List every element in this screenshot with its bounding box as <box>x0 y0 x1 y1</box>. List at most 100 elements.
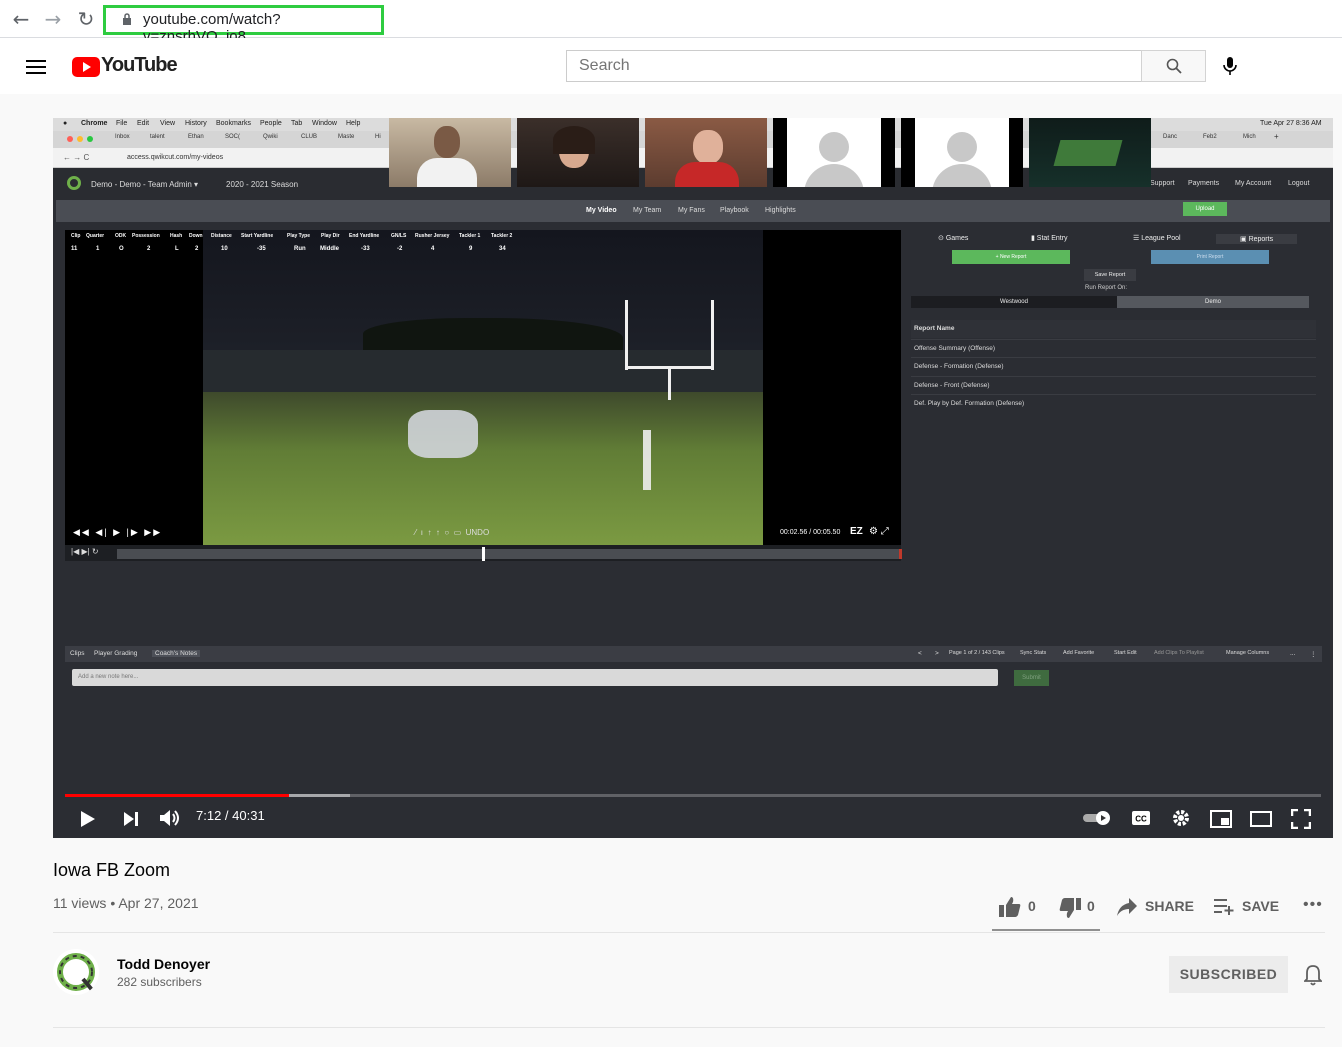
webcam-tile <box>645 118 767 187</box>
inner-tab: Inbox <box>115 134 130 140</box>
microphone-icon[interactable] <box>1222 56 1238 76</box>
youtube-header: YouTube <box>0 38 1342 94</box>
inner-draw-tools: ⁄ ı ↑ ↑ ○ ▭ UNDO <box>415 528 490 537</box>
arrow-right-icon[interactable]: → <box>42 8 64 30</box>
stat-header: Possession <box>132 233 160 239</box>
video-title: Iowa FB Zoom <box>53 860 171 880</box>
next-icon[interactable] <box>123 811 139 827</box>
inner-tab: CLUB <box>301 134 318 140</box>
side-tab-label: Stat Entry <box>1036 235 1068 242</box>
volume-icon[interactable] <box>159 808 181 828</box>
stat-header: GN/LS <box>391 233 407 239</box>
subnav-item: My Fans <box>678 207 705 214</box>
side-tab: ▮ Stat Entry <box>1031 235 1068 242</box>
bottom-action: ... <box>1290 650 1296 657</box>
more-actions-icon[interactable]: ••• <box>1303 896 1323 914</box>
report-header: Report Name <box>911 320 1316 338</box>
fullscreen-icon[interactable] <box>1291 809 1311 829</box>
stat-header: Distance <box>211 233 232 239</box>
cc-icon[interactable]: CC <box>1131 810 1151 826</box>
bottom-action: Sync Stats <box>1020 650 1047 656</box>
undo-label: UNDO <box>465 528 490 537</box>
mac-menu-item: Window <box>312 120 337 127</box>
qwikcut-subnav: My Video My Team My Fans Playbook Highli… <box>56 200 1330 222</box>
arrow-left-icon[interactable]: ← <box>10 8 32 30</box>
stat-value: Middle <box>320 246 339 252</box>
inner-nav-icon: ← → C <box>63 153 90 162</box>
stat-header: Quarter <box>86 233 105 239</box>
like-ratio-bar <box>992 929 1100 931</box>
inner-tab: SOC( <box>225 134 240 140</box>
webcam-avatar-placeholder <box>901 118 1023 187</box>
bottom-tab-active: Coach's Notes <box>152 650 201 657</box>
save-report-button: Save Report <box>1084 269 1136 281</box>
side-tab-label: Games <box>945 235 969 242</box>
inner-tab: talent <box>150 134 165 140</box>
youtube-logo-text[interactable]: YouTube <box>101 54 178 77</box>
qwikcut-logo-icon <box>67 176 81 190</box>
subscribed-button[interactable]: SUBSCRIBED <box>1169 956 1288 993</box>
mac-menu-item: Chrome <box>81 120 108 127</box>
video-progress-bar[interactable] <box>65 794 1321 797</box>
playlist-add-icon[interactable] <box>1213 897 1235 915</box>
search-box <box>566 50 1142 82</box>
youtube-logo-icon[interactable] <box>72 57 100 77</box>
clips-panel: Clips Player Grading Coach's Notes < > P… <box>65 646 1322 662</box>
mac-menu-item: People <box>260 120 282 127</box>
mac-menu-item: View <box>160 120 176 127</box>
share-icon[interactable] <box>1116 897 1138 917</box>
stat-value: O <box>119 246 124 252</box>
mac-menu-item: Tab <box>291 120 303 127</box>
stat-value: -33 <box>361 246 370 252</box>
bottom-tab: Clips <box>70 650 85 657</box>
inner-tab: Qwiki <box>263 134 278 140</box>
new-tab-icon: + <box>1274 132 1279 141</box>
stat-value: -35 <box>257 246 266 252</box>
inner-game-player: Clip Quarter ODK Possession Hash Down Di… <box>65 230 901 545</box>
video-player[interactable]: ● Chrome File Edit View History Bookmark… <box>53 118 1333 838</box>
channel-avatar[interactable] <box>53 949 99 995</box>
reports-panel: ⊙ Games ▮ Stat Entry ☰ League Pool ▣ Rep… <box>911 230 1316 545</box>
save-button[interactable]: SAVE <box>1242 898 1279 914</box>
notification-bell-icon[interactable] <box>1304 964 1322 986</box>
mac-menu-item: History <box>185 120 207 127</box>
like-count: 0 <box>1028 898 1036 914</box>
stat-value: 1 <box>96 246 100 252</box>
svg-text:CC: CC <box>1135 815 1147 824</box>
thumbs-up-icon[interactable] <box>998 896 1022 918</box>
bottom-action: Add Clips To Playlist <box>1154 650 1204 656</box>
side-tab: ☰ League Pool <box>1133 235 1181 242</box>
subnav-item: My Video <box>586 207 617 214</box>
team-tab-westwood: Westwood <box>911 296 1117 308</box>
thumbs-down-icon[interactable] <box>1058 897 1082 919</box>
bottom-action: > <box>935 650 939 657</box>
reload-icon[interactable]: ↻ <box>75 8 97 30</box>
stat-header: Start Yardline <box>241 233 274 239</box>
bottom-action: ⋮ <box>1310 651 1317 658</box>
subscriber-count: 282 subscribers <box>117 975 202 989</box>
divider <box>53 932 1325 933</box>
autoplay-toggle-icon[interactable] <box>1082 810 1112 826</box>
search-input[interactable] <box>567 51 1141 81</box>
channel-name[interactable]: Todd Denoyer <box>117 956 210 972</box>
webcam-tile <box>517 118 639 187</box>
upload-label: Upload <box>1195 206 1215 212</box>
top-link: Logout <box>1288 180 1310 187</box>
report-row: Defense - Front (Defense) <box>911 376 1316 394</box>
stat-header: Rusher Jersey <box>415 233 450 239</box>
search-button[interactable] <box>1141 50 1206 82</box>
address-bar[interactable]: youtube.com/watch?v=znsrhVO_jo8 <box>103 5 384 45</box>
inner-tab: Feb2 <box>1203 134 1217 140</box>
theater-icon[interactable] <box>1250 811 1272 827</box>
play-icon[interactable] <box>80 810 96 828</box>
stat-value: L <box>175 246 179 252</box>
share-button[interactable]: SHARE <box>1145 898 1194 914</box>
menu-icon[interactable] <box>26 60 46 74</box>
settings-icon[interactable] <box>1171 808 1191 828</box>
miniplayer-icon[interactable] <box>1210 810 1232 828</box>
mac-menu-item: Bookmarks <box>216 120 252 127</box>
browser-toolbar: ← → ↻ youtube.com/watch?v=znsrhVO_jo8 <box>0 0 1342 45</box>
report-row: Offense Summary (Offense) <box>911 339 1316 357</box>
side-tab-label: Reports <box>1248 236 1274 243</box>
bottom-action: Start Edit <box>1114 650 1137 656</box>
